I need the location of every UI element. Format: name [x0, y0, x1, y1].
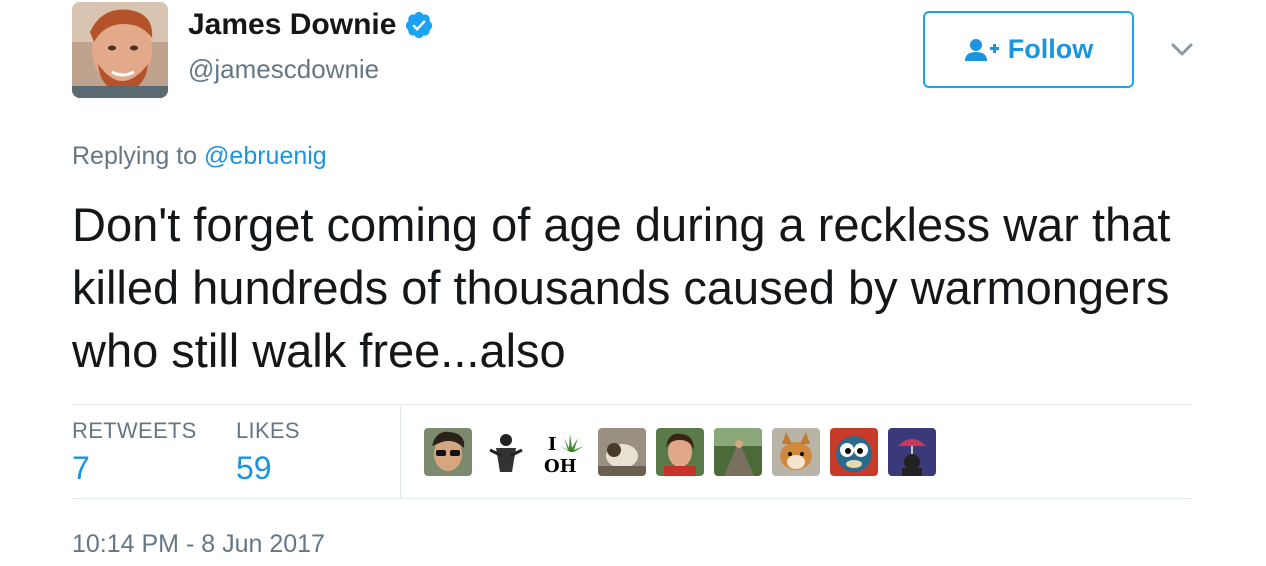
liker-avatar-1[interactable] [424, 428, 472, 476]
likes-count: 59 [236, 450, 272, 486]
author-name-row: James Downie [188, 8, 434, 42]
stats-separator [400, 406, 401, 498]
author-display-name[interactable]: James Downie [188, 8, 396, 42]
retweets-label: RETWEETS [72, 418, 197, 443]
svg-text:OH: OH [544, 456, 577, 476]
svg-text:I: I [548, 434, 556, 455]
liker-avatar-4[interactable] [598, 428, 646, 476]
liker-avatars: I OH [424, 428, 936, 476]
liker-avatar-6[interactable] [714, 428, 762, 476]
stats-top-divider [72, 404, 1192, 405]
tweet-timestamp[interactable]: 10:14 PM - 8 Jun 2017 [72, 530, 325, 559]
tweet-text: Don't forget coming of age during a reck… [72, 198, 1171, 377]
reply-mention-link[interactable]: @ebruenig [204, 142, 327, 170]
likes-stat[interactable]: LIKES 59 [236, 418, 300, 487]
author-handle[interactable]: @jamescdownie [188, 54, 379, 85]
follow-person-icon [964, 38, 999, 61]
verified-badge-icon [406, 11, 433, 39]
liker-avatar-2[interactable] [482, 428, 530, 476]
liker-avatar-8[interactable] [830, 428, 878, 476]
reply-context: Replying to @ebruenig [72, 142, 327, 171]
likes-label: LIKES [236, 418, 300, 443]
retweets-stat[interactable]: RETWEETS 7 [72, 418, 197, 487]
retweets-count: 7 [72, 450, 90, 486]
chevron-down-icon[interactable] [1170, 42, 1194, 58]
tweet-header: James Downie @jamescdownie Follow [72, 2, 1194, 98]
liker-avatar-9[interactable] [888, 428, 936, 476]
follow-button[interactable]: Follow [923, 11, 1134, 88]
liker-avatar-5[interactable] [656, 428, 704, 476]
follow-button-label: Follow [1007, 34, 1094, 64]
stats-bottom-divider [72, 498, 1192, 499]
tweet-stats: RETWEETS 7 LIKES 59 I OH [72, 406, 1192, 498]
reply-prefix: Replying to [72, 142, 198, 170]
author-avatar[interactable] [72, 2, 168, 98]
liker-avatar-7[interactable] [772, 428, 820, 476]
liker-avatar-3[interactable]: I OH [540, 428, 588, 476]
